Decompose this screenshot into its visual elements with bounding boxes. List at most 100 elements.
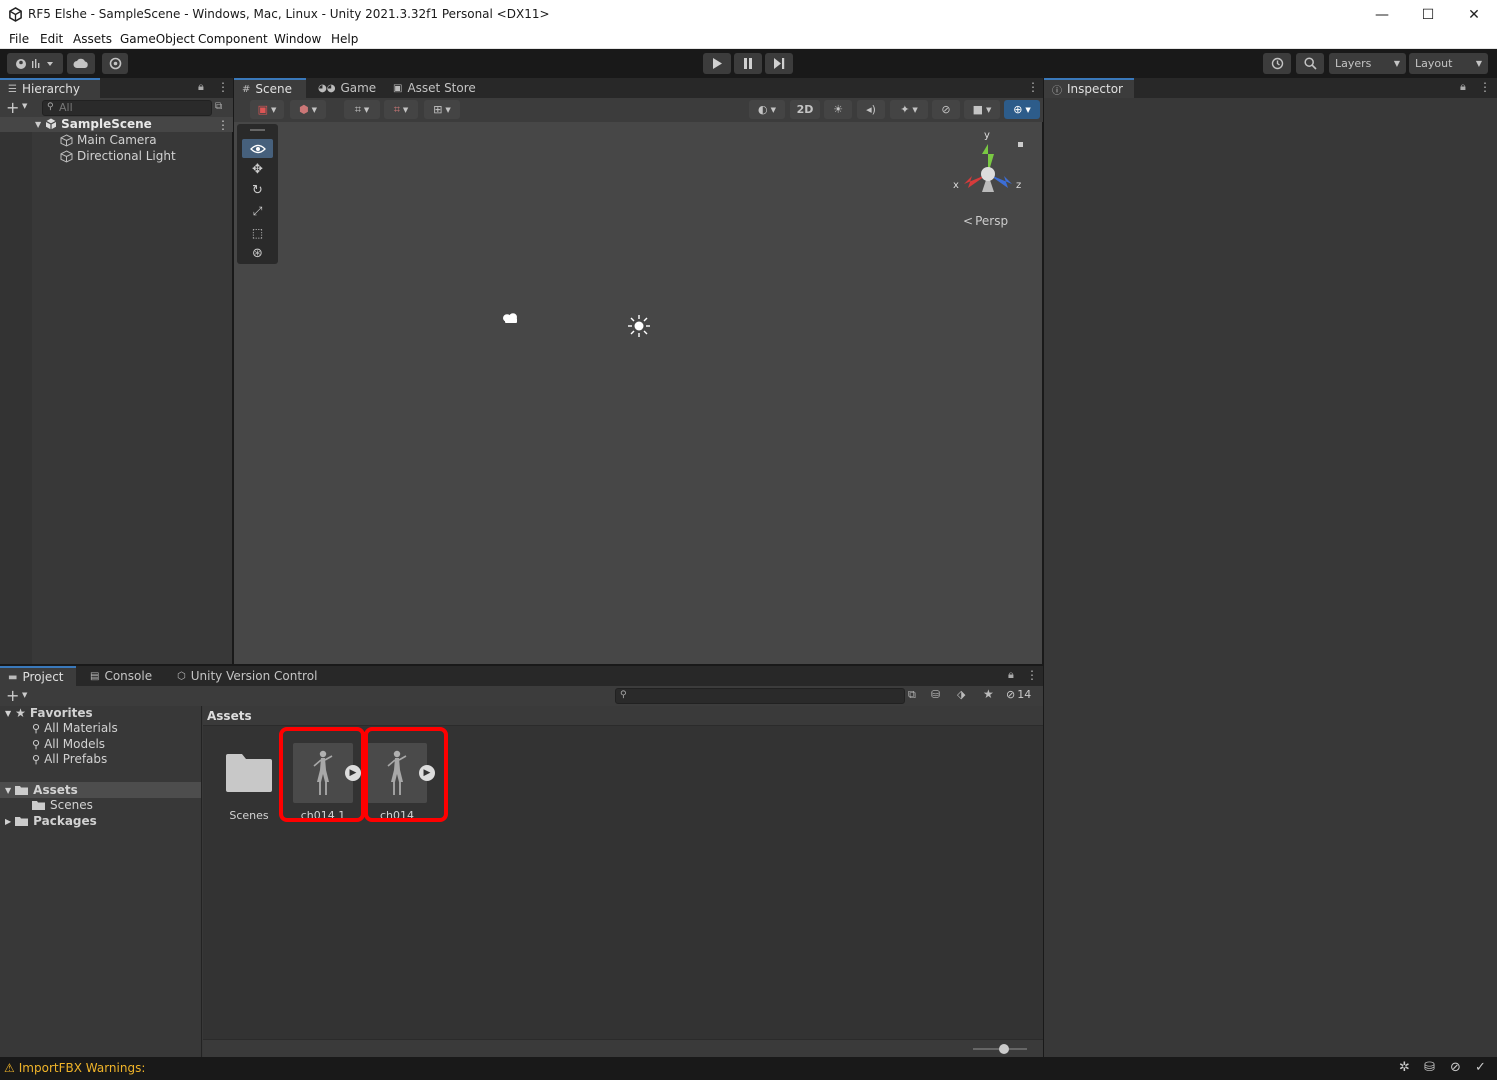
search-scope-icon[interactable]: ⧉: [908, 688, 916, 702]
tab-scene[interactable]: # Scene: [234, 78, 306, 98]
tree-favorite-item[interactable]: ⚲ All Prefabs: [32, 752, 107, 766]
close-button[interactable]: ✕: [1451, 0, 1497, 30]
collapse-triangle-icon[interactable]: ▶: [5, 817, 11, 826]
draw-mode-dropdown[interactable]: ▣ ▼: [250, 100, 284, 119]
progress-check-icon[interactable]: ✓: [1475, 1060, 1486, 1075]
status-message[interactable]: ⚠ ImportFBX Warnings:: [4, 1061, 145, 1075]
hidden-objects-toggle[interactable]: ⊘: [932, 100, 960, 119]
tag-icon[interactable]: ⬗: [957, 688, 965, 701]
tab-unity-version-control[interactable]: ⬡ Unity Version Control: [169, 666, 325, 686]
layout-dropdown[interactable]: Layout ▼: [1409, 53, 1488, 74]
effects-dropdown[interactable]: ✦ ▼: [890, 100, 928, 119]
more-options-icon[interactable]: ⋮: [1027, 80, 1039, 94]
menu-assets[interactable]: Assets: [73, 32, 112, 46]
audio-toggle[interactable]: ◂): [857, 100, 885, 119]
camera-gizmo-icon[interactable]: [502, 312, 520, 326]
orientation-gizmo[interactable]: y x z: [944, 130, 1024, 210]
layers-dropdown[interactable]: Layers ▼: [1329, 53, 1406, 74]
minimize-button[interactable]: —: [1359, 0, 1405, 30]
camera-settings-dropdown[interactable]: ■ ▼: [964, 100, 1000, 119]
menu-edit[interactable]: Edit: [40, 32, 63, 46]
tree-packages[interactable]: ▶ Packages: [5, 814, 97, 828]
scale-tool-button[interactable]: ⤢: [242, 202, 273, 221]
expand-triangle-icon[interactable]: ▼: [35, 120, 41, 129]
play-button[interactable]: [703, 53, 731, 74]
tab-asset-store[interactable]: ▣ Asset Store: [385, 78, 484, 98]
collab-button[interactable]: [102, 53, 128, 74]
star-icon[interactable]: ★: [983, 687, 994, 701]
hierarchy-item-main-camera[interactable]: Main Camera: [60, 133, 157, 147]
chevron-down-icon[interactable]: ▼: [22, 691, 27, 699]
project-search-input[interactable]: ⚲: [615, 688, 905, 704]
tree-scenes-folder[interactable]: Scenes: [32, 798, 93, 812]
hierarchy-item-directional-light[interactable]: Directional Light: [60, 149, 176, 163]
scene-toolbar: ▣ ▼ ⬢ ▼ ⌗ ▼ ⌗ ▼ ⊞ ▼ ◐ ▼ 2D ☀ ◂) ✦ ▼ ⊘ ■ ▼ ⊕ ▼: [234, 98, 1043, 122]
scene-root-item[interactable]: ▼ SampleScene: [35, 117, 152, 131]
rotate-tool-button[interactable]: ↻: [242, 181, 273, 200]
tab-project[interactable]: ▬ Project: [0, 666, 76, 686]
menu-help[interactable]: Help: [331, 32, 358, 46]
debug-bug-icon[interactable]: ✲: [1399, 1060, 1410, 1075]
version-control-icon: ⬡: [177, 670, 186, 682]
search-button[interactable]: [1296, 53, 1324, 74]
undo-history-button[interactable]: [1263, 53, 1291, 74]
gizmos-dropdown[interactable]: ⊕ ▼: [1004, 100, 1040, 119]
rect-tool-button[interactable]: ⬚: [242, 223, 273, 242]
transform-tool-button[interactable]: ⊛: [242, 244, 273, 263]
lock-icon[interactable]: 🔒︎: [1460, 80, 1466, 94]
2d-toggle[interactable]: 2D: [790, 100, 820, 119]
add-icon[interactable]: +: [6, 98, 19, 117]
cache-server-icon[interactable]: ⛁: [1424, 1060, 1435, 1075]
expand-triangle-icon[interactable]: ▼: [5, 709, 11, 718]
tab-console[interactable]: ▤ Console: [82, 666, 160, 686]
expand-triangle-icon[interactable]: ▼: [5, 786, 11, 795]
add-icon[interactable]: +: [6, 686, 19, 705]
lighting-toggle[interactable]: ☀: [824, 100, 852, 119]
lock-icon[interactable]: 🔒︎: [1008, 668, 1014, 682]
pause-button[interactable]: [734, 53, 762, 74]
drag-handle-icon[interactable]: [250, 129, 265, 131]
tree-favorite-item[interactable]: ⚲ All Models: [32, 737, 105, 751]
scene-visibility-icon[interactable]: ⧉: [215, 101, 222, 112]
scene-options-icon[interactable]: ⋮: [217, 118, 229, 132]
tree-assets[interactable]: ▼ Assets: [5, 783, 78, 797]
ruler-icon: ⊞: [433, 103, 443, 116]
filter-type-icon[interactable]: ⛁: [931, 688, 940, 701]
hierarchy-search-input[interactable]: ⚲ All: [42, 100, 212, 116]
tool-palette: ✥ ↻ ⤢ ⬚ ⊛: [237, 124, 278, 264]
speaker-icon: ◂): [866, 103, 876, 116]
tab-game[interactable]: ◕◕ Game: [310, 78, 384, 98]
asset-item-folder[interactable]: Scenes: [216, 743, 282, 822]
projection-toggle[interactable]: < Persp: [963, 214, 1008, 228]
hidden-packages-toggle[interactable]: ⊘ 14: [1006, 688, 1031, 701]
view-tool-button[interactable]: [242, 139, 273, 158]
step-button[interactable]: [765, 53, 793, 74]
tree-favorites[interactable]: ▼ ★ Favorites: [5, 706, 93, 720]
render-mode-dropdown[interactable]: ⬢ ▼: [290, 100, 326, 119]
menu-window[interactable]: Window: [274, 32, 321, 46]
breadcrumb[interactable]: Assets: [207, 709, 252, 723]
snap-increment-dropdown[interactable]: ⌗ ▼: [384, 100, 418, 119]
grid-snap-dropdown[interactable]: ⌗ ▼: [344, 100, 380, 119]
tree-favorite-item[interactable]: ⚲ All Materials: [32, 721, 118, 735]
chevron-down-icon[interactable]: ▼: [22, 102, 27, 110]
auto-generate-lighting-icon[interactable]: ⊘: [1450, 1060, 1461, 1075]
slider-thumb[interactable]: [999, 1044, 1009, 1054]
menu-gameobject[interactable]: GameObject: [120, 32, 195, 46]
tab-hierarchy[interactable]: ☰ Hierarchy: [0, 78, 100, 98]
lock-icon[interactable]: 🔒︎: [198, 80, 204, 94]
step-icon: [773, 58, 784, 69]
more-options-icon[interactable]: ⋮: [217, 80, 229, 94]
shading-mode-dropdown[interactable]: ◐ ▼: [749, 100, 785, 119]
account-dropdown[interactable]: [7, 53, 63, 74]
cloud-button[interactable]: [67, 53, 95, 74]
light-gizmo-icon[interactable]: [627, 314, 651, 338]
more-options-icon[interactable]: ⋮: [1479, 80, 1491, 94]
menu-component[interactable]: Component: [198, 32, 268, 46]
more-options-icon[interactable]: ⋮: [1026, 668, 1038, 682]
menu-file[interactable]: File: [9, 32, 29, 46]
tab-inspector[interactable]: ⓘ Inspector: [1044, 78, 1134, 98]
increment-snap-dropdown[interactable]: ⊞ ▼: [424, 100, 460, 119]
maximize-button[interactable]: ☐: [1405, 0, 1451, 30]
move-tool-button[interactable]: ✥: [242, 160, 273, 179]
